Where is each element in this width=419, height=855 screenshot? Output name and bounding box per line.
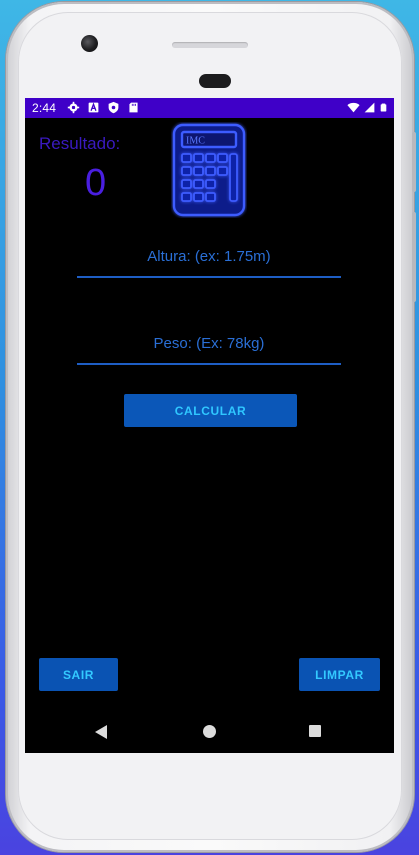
- clear-button[interactable]: LIMPAR: [299, 658, 380, 691]
- app-screen: 2:44 Resultado: 0 IMC Altura: (ex: 1.75m…: [25, 98, 394, 753]
- wifi-icon: [347, 102, 360, 113]
- volume-button: [412, 132, 416, 192]
- status-time: 2:44: [32, 101, 57, 115]
- weight-input[interactable]: [77, 323, 341, 365]
- earpiece-sensor: [199, 74, 231, 88]
- status-system-icons: [347, 101, 388, 114]
- status-bar: 2:44: [25, 98, 394, 118]
- home-icon[interactable]: [203, 725, 216, 738]
- result-value: 0: [85, 162, 107, 204]
- exit-button[interactable]: SAIR: [39, 658, 118, 691]
- power-button: [412, 212, 416, 302]
- result-label: Resultado:: [39, 134, 121, 153]
- speaker-slot: [172, 42, 248, 48]
- gear-icon: [67, 101, 80, 114]
- sd-card-icon: [129, 102, 138, 113]
- status-notification-icons: [67, 101, 140, 114]
- signal-icon: [364, 102, 375, 113]
- navigation-bar: [25, 713, 394, 753]
- front-camera: [81, 35, 98, 52]
- shield-icon: [108, 101, 119, 114]
- back-icon[interactable]: [95, 725, 107, 739]
- imc-calculator-icon: IMC: [172, 123, 246, 217]
- calculate-button[interactable]: CALCULAR: [124, 394, 297, 427]
- imc-icon-text: IMC: [186, 136, 205, 147]
- battery-icon: [380, 103, 387, 112]
- font-a-icon: [88, 102, 99, 113]
- recents-icon[interactable]: [309, 725, 321, 737]
- height-input[interactable]: [77, 236, 341, 278]
